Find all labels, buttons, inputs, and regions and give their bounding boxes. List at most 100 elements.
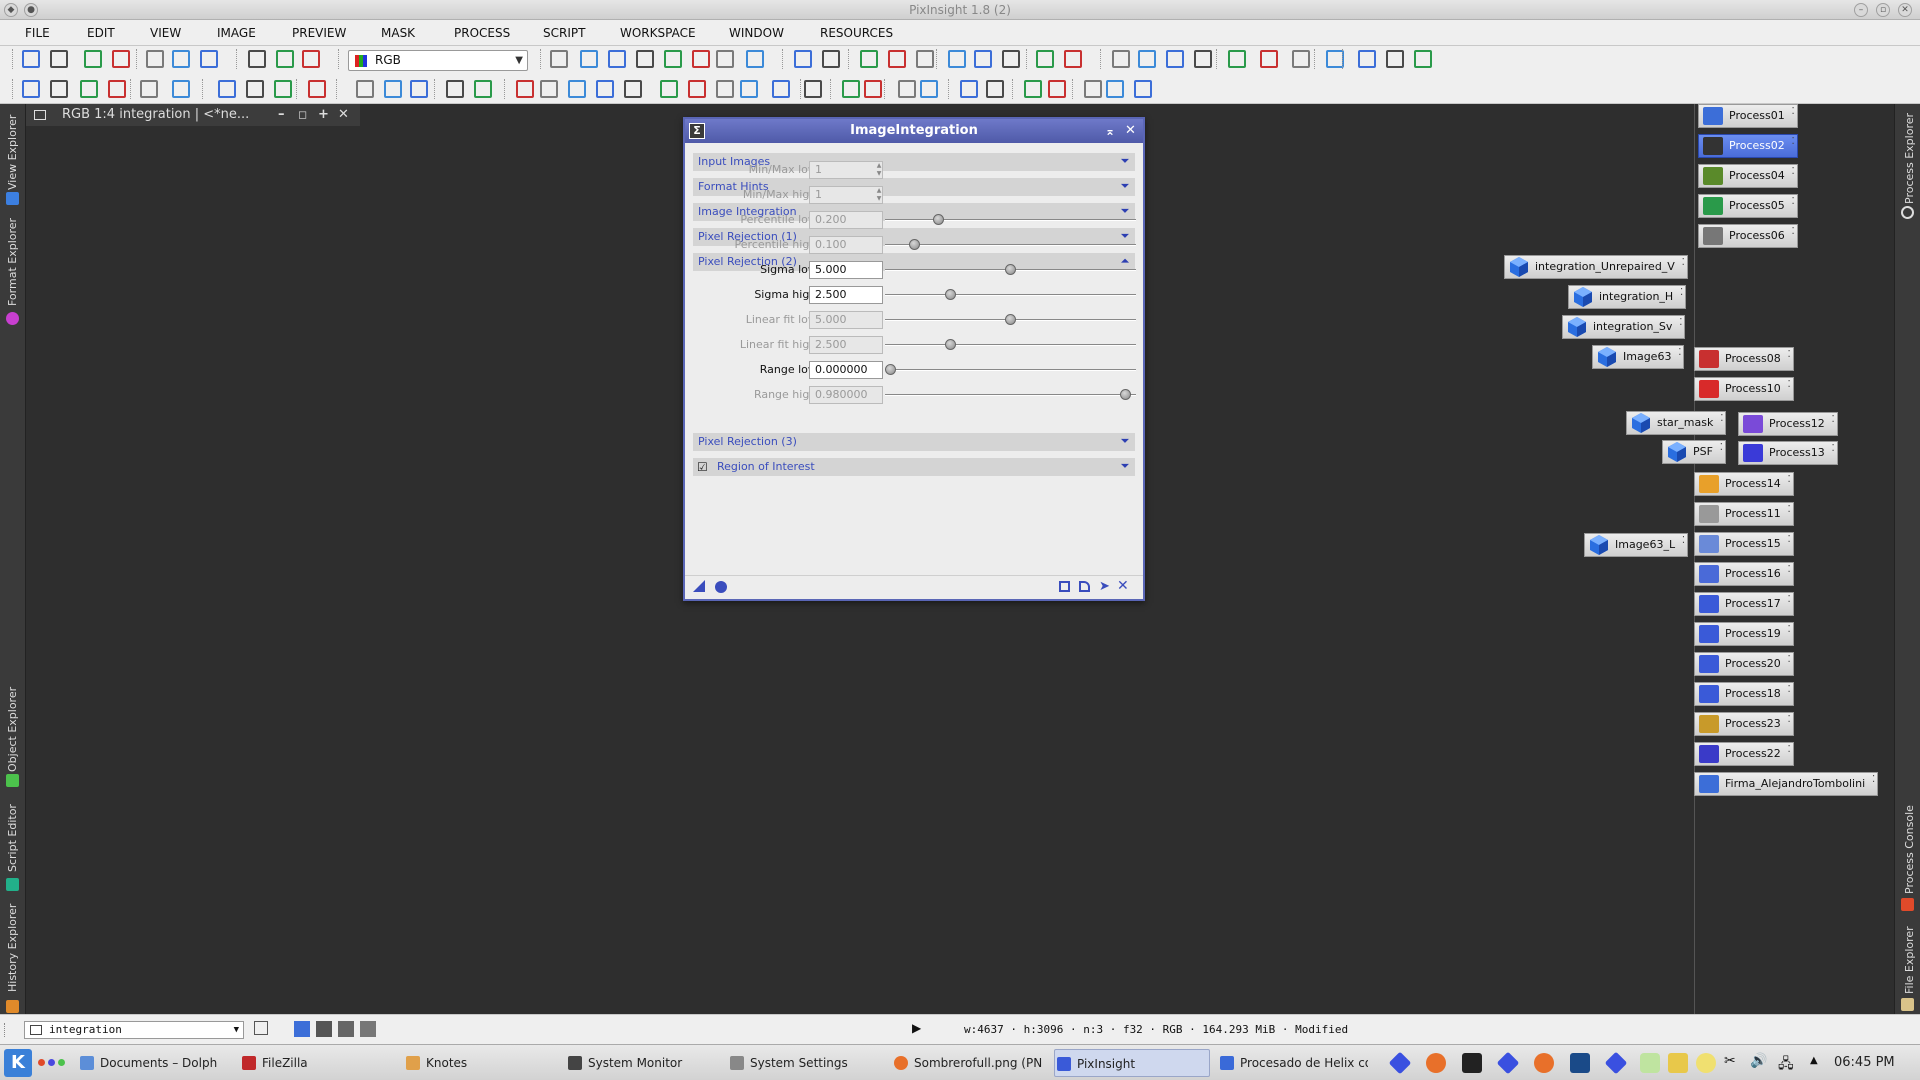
process-icon-process14[interactable]: Process14 ⁚ xyxy=(1694,472,1794,496)
toolbar-tool-icon[interactable] xyxy=(1358,50,1376,68)
range-low-slider[interactable] xyxy=(885,364,1136,375)
menu-workspace[interactable]: WORKSPACE xyxy=(620,20,696,46)
toolbar-tool-icon[interactable] xyxy=(804,80,822,98)
toolbar-tool-icon[interactable] xyxy=(1134,80,1152,98)
firefox-launcher-icon[interactable] xyxy=(1534,1053,1554,1073)
toolbar-tool-icon[interactable] xyxy=(1064,50,1082,68)
percentile-high-field[interactable]: 0.100 xyxy=(809,236,883,254)
toolbar-tool-icon[interactable] xyxy=(898,80,916,98)
percentile-high-slider[interactable] xyxy=(885,239,1136,250)
toolbar-tool-icon[interactable] xyxy=(80,80,98,98)
toolbar-tool-icon[interactable] xyxy=(308,80,326,98)
menu-window[interactable]: WINDOW xyxy=(729,20,784,46)
toolbar-tool-icon[interactable] xyxy=(948,50,966,68)
toolbar-tool-icon[interactable] xyxy=(888,50,906,68)
toolbar-tool-icon[interactable] xyxy=(112,50,130,68)
keep-above-icon[interactable]: ● xyxy=(24,3,38,17)
toolbar-tool-icon[interactable] xyxy=(986,80,1004,98)
toolbar-tool-icon[interactable] xyxy=(50,80,68,98)
process-icon-process01[interactable]: Process01 ⁚ xyxy=(1698,104,1798,128)
toolbar-tool-icon[interactable] xyxy=(200,50,218,68)
toolbar-tool-icon[interactable] xyxy=(664,50,682,68)
tools-icon[interactable]: ✂ xyxy=(1724,1053,1736,1069)
process-icon-process08[interactable]: Process08 ⁚ xyxy=(1694,347,1794,371)
percentile-low-field[interactable]: 0.200 xyxy=(809,211,883,229)
menu-mask[interactable]: MASK xyxy=(381,20,415,46)
task-firefox-image[interactable]: Sombrerofull.png (PN xyxy=(892,1049,1042,1077)
section-pixel-rejection-3[interactable]: Pixel Rejection (3) ⏷ xyxy=(693,433,1135,451)
toolbar-tool-icon[interactable] xyxy=(1112,50,1130,68)
process-icon-process02[interactable]: Process02 ⁚ xyxy=(1698,134,1798,158)
toolbar-tool-icon[interactable] xyxy=(302,50,320,68)
toolbar-tool-icon[interactable] xyxy=(688,80,706,98)
toolbar-tool-icon[interactable] xyxy=(1106,80,1124,98)
volume-icon[interactable]: 🔊 xyxy=(1750,1053,1767,1069)
process-icon-process11[interactable]: Process11 ⁚ xyxy=(1694,502,1794,526)
tab-view-explorer[interactable]: View Explorer xyxy=(6,115,19,190)
maximize-icon[interactable]: ▫ xyxy=(1876,3,1890,17)
task-filezilla[interactable]: FileZilla xyxy=(240,1049,370,1077)
sigma-high-field[interactable]: 2.500 xyxy=(809,286,883,304)
toolbar-tool-icon[interactable] xyxy=(172,50,190,68)
folder-icon[interactable] xyxy=(1668,1053,1688,1073)
toolbar-tool-icon[interactable] xyxy=(716,80,734,98)
section-region-of-interest[interactable]: ☑ Region of Interest ⏷ xyxy=(693,458,1135,476)
toolbar-tool-icon[interactable] xyxy=(1194,50,1212,68)
toolbar-tool-icon[interactable] xyxy=(446,80,464,98)
pixinsight-launcher-icon[interactable] xyxy=(1388,1051,1412,1075)
toolbar-tool-icon[interactable] xyxy=(248,50,266,68)
menu-file[interactable]: FILE xyxy=(25,20,50,46)
toolbar-tool-icon[interactable] xyxy=(108,80,126,98)
firefox-launcher-icon[interactable] xyxy=(1426,1053,1446,1073)
toolbar-tool-icon[interactable] xyxy=(920,80,938,98)
minimize-icon[interactable]: – xyxy=(1854,3,1868,17)
restore-icon[interactable]: ◻ xyxy=(298,104,307,126)
slider-handle[interactable] xyxy=(1120,389,1132,400)
monitor-icon[interactable] xyxy=(1570,1053,1590,1073)
image-icon-integration_unrepaired_v[interactable]: integration_Unrepaired_V ⁚ xyxy=(1504,255,1688,279)
toolbar-tool-icon[interactable] xyxy=(1002,50,1020,68)
toolbar-tool-icon[interactable] xyxy=(916,50,934,68)
toolbar-tool-icon[interactable] xyxy=(822,50,840,68)
toolbar-tool-icon[interactable] xyxy=(516,80,534,98)
linear-fit-high-slider[interactable] xyxy=(885,339,1136,350)
menu-view[interactable]: VIEW xyxy=(150,20,181,46)
toolbar-tool-icon[interactable] xyxy=(596,80,614,98)
toolbar-tool-icon[interactable] xyxy=(716,50,734,68)
process-icon-process12[interactable]: Process12 ⁚ xyxy=(1738,412,1838,436)
toolbar-tool-icon[interactable] xyxy=(794,50,812,68)
sigma-high-slider[interactable] xyxy=(885,289,1136,300)
toolbar-tool-icon[interactable] xyxy=(140,80,158,98)
sigma-low-slider[interactable] xyxy=(885,264,1136,275)
slider-handle[interactable] xyxy=(945,289,956,300)
app-menu-icon[interactable]: ◆ xyxy=(4,3,18,17)
task-dolphin[interactable]: Documents – Dolphin xyxy=(78,1049,218,1077)
minimize-icon[interactable]: – xyxy=(278,104,285,126)
toolbar-tool-icon[interactable] xyxy=(50,50,68,68)
color-space-select[interactable]: RGB ▼ xyxy=(348,50,528,71)
tab-object-explorer[interactable]: Object Explorer xyxy=(6,687,19,772)
tab-format-explorer[interactable]: Format Explorer xyxy=(6,218,19,306)
toolbar-tool-icon[interactable] xyxy=(864,80,882,98)
process-icon-process22[interactable]: Process22 ⁚ xyxy=(1694,742,1794,766)
terminal-icon[interactable] xyxy=(1462,1053,1482,1073)
percentile-low-slider[interactable] xyxy=(885,214,1136,225)
process-icon-process16[interactable]: Process16 ⁚ xyxy=(1694,562,1794,586)
slider-handle[interactable] xyxy=(945,339,956,350)
process-icon-process17[interactable]: Process17 ⁚ xyxy=(1694,592,1794,616)
toolbar-tool-icon[interactable] xyxy=(692,50,710,68)
toolbar-tool-icon[interactable] xyxy=(384,80,402,98)
task-system-monitor[interactable]: System Monitor xyxy=(566,1049,706,1077)
lightbulb-icon[interactable] xyxy=(1696,1053,1716,1073)
toolbar-tool-icon[interactable] xyxy=(22,50,40,68)
tray-expand-icon[interactable]: ▲ xyxy=(1810,1055,1818,1066)
tab-history-explorer[interactable]: History Explorer xyxy=(6,904,19,992)
toolbar-tool-icon[interactable] xyxy=(660,80,678,98)
toolbar-tool-icon[interactable] xyxy=(1024,80,1042,98)
range-high-field[interactable]: 0.980000 xyxy=(809,386,883,404)
toolbar-tool-icon[interactable] xyxy=(568,80,586,98)
toolbar-tool-icon[interactable] xyxy=(218,80,236,98)
menu-resources[interactable]: RESOURCES xyxy=(820,20,893,46)
spinner-arrows-icon[interactable]: ▲ ▼ xyxy=(873,187,885,205)
image-icon-integration_h[interactable]: integration_H ⁚ xyxy=(1568,285,1687,309)
